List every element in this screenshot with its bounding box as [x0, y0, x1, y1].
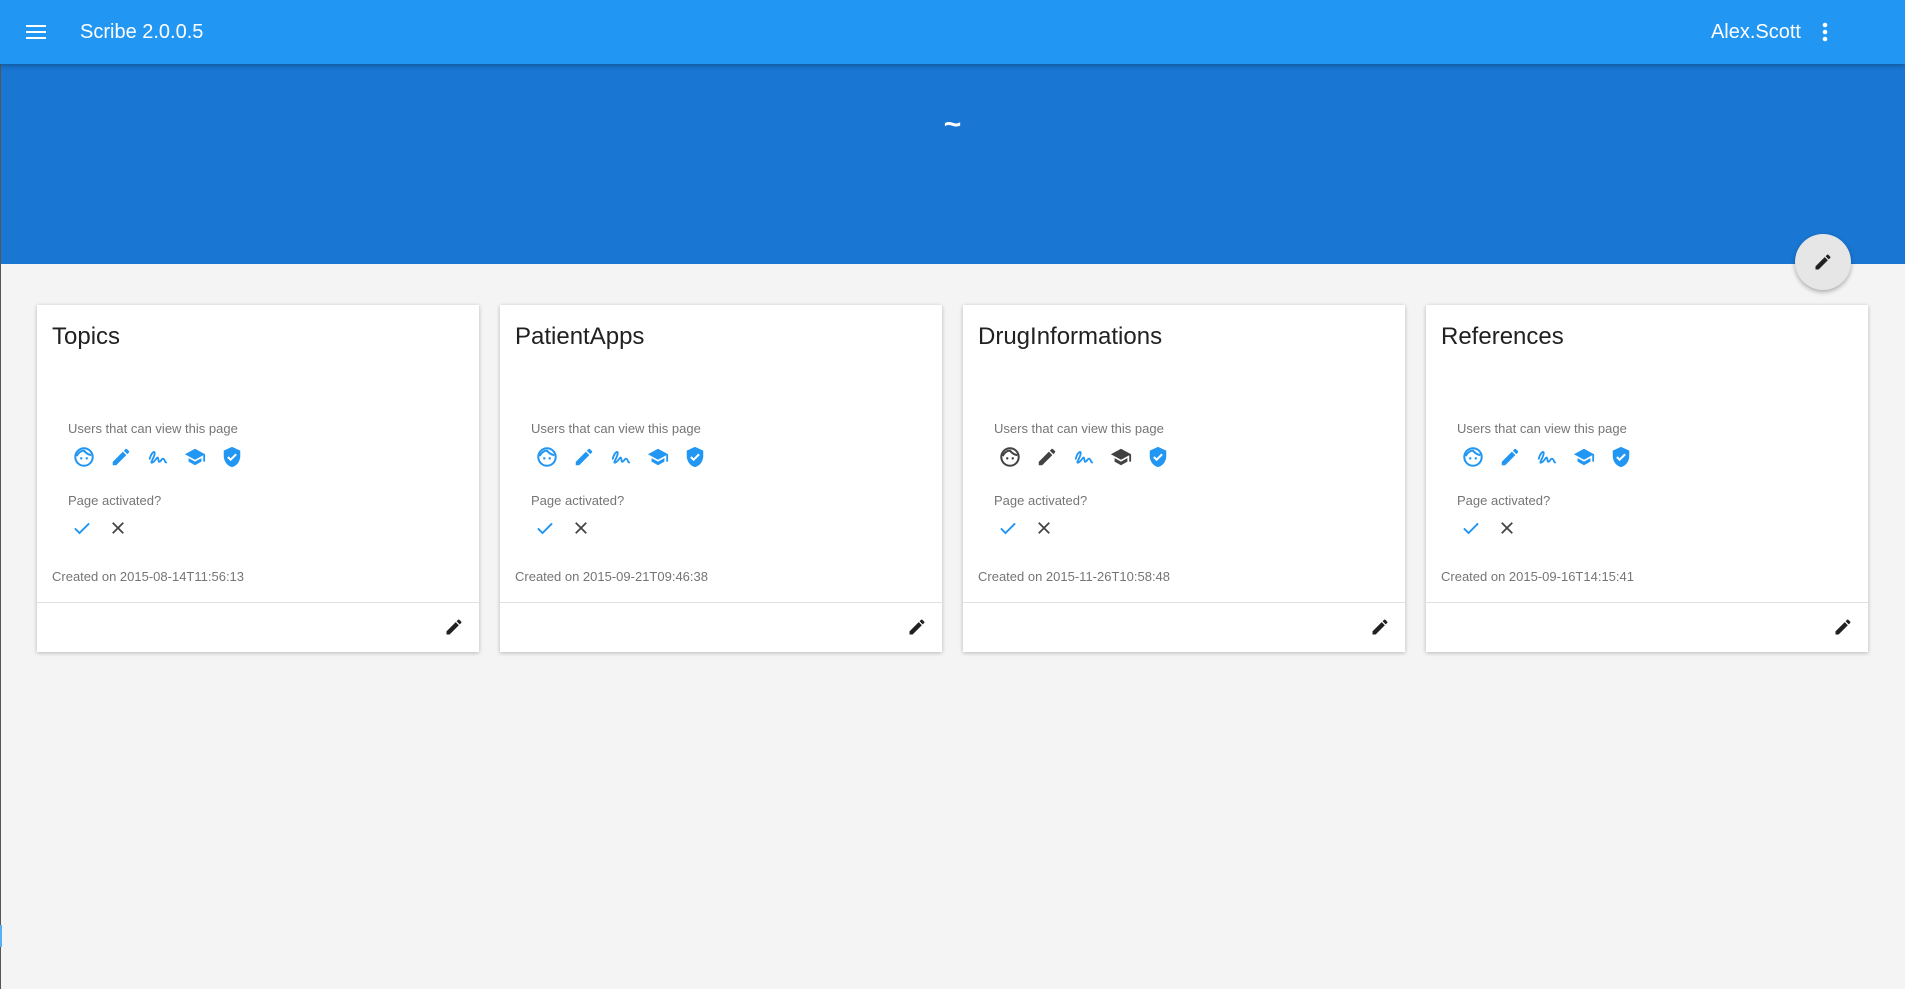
- card-edit-button[interactable]: [902, 612, 932, 642]
- card-title: References: [1441, 323, 1564, 350]
- created-date: Created on 2015-08-14T11:56:13: [52, 569, 245, 584]
- signature-icon: [607, 443, 634, 470]
- activation-toggle: [995, 515, 1057, 543]
- activation-toggle: [532, 515, 594, 543]
- check-icon[interactable]: [1458, 515, 1484, 541]
- menu-icon[interactable]: [22, 18, 50, 46]
- shield-check-icon: [218, 443, 245, 470]
- page-card: PatientApps Users that can view this pag…: [500, 305, 942, 652]
- page-card: Topics Users that can view this page Pag…: [37, 305, 479, 652]
- card-title: DrugInformations: [978, 323, 1163, 350]
- users-label: Users that can view this page: [994, 421, 1164, 436]
- users-label: Users that can view this page: [531, 421, 701, 436]
- user-roles: [996, 443, 1171, 471]
- pencil-icon: [909, 619, 925, 635]
- check-icon[interactable]: [995, 515, 1021, 541]
- created-date: Created on 2015-09-21T09:46:38: [515, 569, 708, 584]
- card-list: Topics Users that can view this page Pag…: [37, 305, 1868, 653]
- activation-toggle: [69, 515, 131, 543]
- users-label: Users that can view this page: [68, 421, 238, 436]
- shield-check-icon: [681, 443, 708, 470]
- activated-label: Page activated?: [1457, 493, 1551, 508]
- card-title: PatientApps: [515, 323, 645, 350]
- close-icon[interactable]: [1494, 515, 1520, 541]
- face-icon: [1459, 443, 1486, 470]
- pencil-icon: [1835, 619, 1851, 635]
- activated-label: Page activated?: [531, 493, 625, 508]
- close-icon[interactable]: [568, 515, 594, 541]
- school-icon: [181, 443, 208, 470]
- page-header: ~: [0, 64, 1905, 264]
- card-divider: [37, 602, 479, 603]
- school-icon: [1107, 443, 1134, 470]
- face-icon: [996, 443, 1023, 470]
- more-vert-icon[interactable]: [1811, 18, 1839, 46]
- page-card: DrugInformations Users that can view thi…: [963, 305, 1405, 652]
- pencil-icon: [1815, 254, 1831, 270]
- left-accent: [0, 925, 2, 947]
- activated-label: Page activated?: [994, 493, 1088, 508]
- card-edit-button[interactable]: [1828, 612, 1858, 642]
- activated-label: Page activated?: [68, 493, 162, 508]
- shield-check-icon: [1144, 443, 1171, 470]
- pencil-icon: [1033, 443, 1060, 470]
- activation-toggle: [1458, 515, 1520, 543]
- card-edit-button[interactable]: [1365, 612, 1395, 642]
- page-card: References Users that can view this page…: [1426, 305, 1868, 652]
- pencil-icon: [107, 443, 134, 470]
- school-icon: [1570, 443, 1597, 470]
- app-title: Scribe 2.0.0.5: [80, 21, 204, 43]
- user-roles: [70, 443, 245, 471]
- card-divider: [963, 602, 1405, 603]
- card-divider: [500, 602, 942, 603]
- signature-icon: [144, 443, 171, 470]
- close-icon[interactable]: [105, 515, 131, 541]
- face-icon: [70, 443, 97, 470]
- app-bar: Scribe 2.0.0.5 Alex.Scott: [0, 0, 1905, 64]
- user-roles: [533, 443, 708, 471]
- created-date: Created on 2015-11-26T10:58:48: [978, 569, 1171, 584]
- created-date: Created on 2015-09-16T14:15:41: [1441, 569, 1634, 584]
- page-title: ~: [943, 108, 962, 141]
- user-roles: [1459, 443, 1634, 471]
- left-border: [0, 64, 1, 989]
- face-icon: [533, 443, 560, 470]
- pencil-icon: [1496, 443, 1523, 470]
- user-name[interactable]: Alex.Scott: [1711, 20, 1801, 44]
- pencil-icon: [446, 619, 462, 635]
- card-divider: [1426, 602, 1868, 603]
- close-icon[interactable]: [1031, 515, 1057, 541]
- pencil-icon: [1372, 619, 1388, 635]
- edit-page-button[interactable]: [1795, 234, 1851, 290]
- card-title: Topics: [52, 323, 121, 350]
- shield-check-icon: [1607, 443, 1634, 470]
- check-icon[interactable]: [69, 515, 95, 541]
- card-edit-button[interactable]: [439, 612, 469, 642]
- check-icon[interactable]: [532, 515, 558, 541]
- users-label: Users that can view this page: [1457, 421, 1627, 436]
- pencil-icon: [570, 443, 597, 470]
- signature-icon: [1070, 443, 1097, 470]
- signature-icon: [1533, 443, 1560, 470]
- school-icon: [644, 443, 671, 470]
